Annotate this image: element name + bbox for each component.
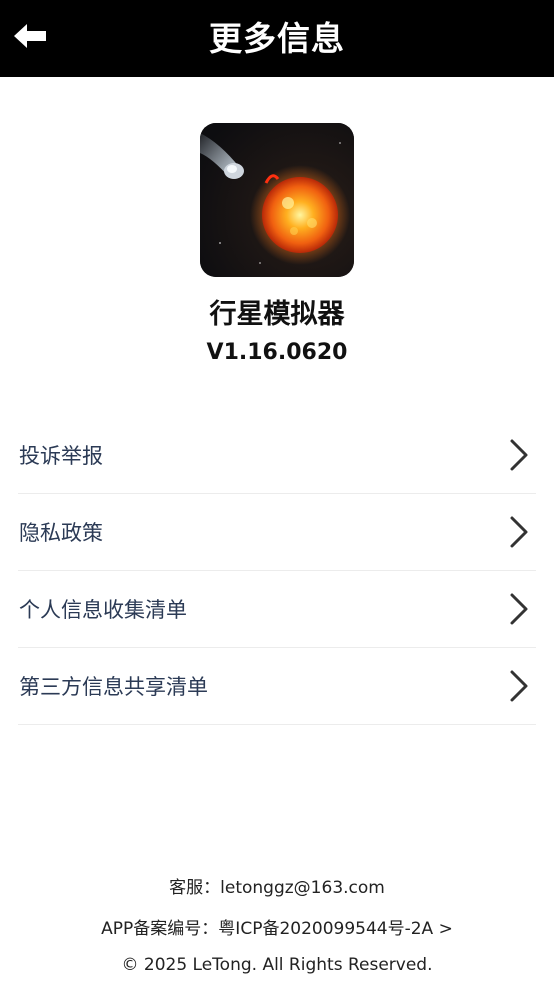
copyright-text: © 2025 LeTong. All Rights Reserved. [121, 955, 433, 975]
chevron-right-icon [510, 670, 528, 702]
icp-record-link[interactable]: APP备案编号：粤ICP备2020099544号-2A > [0, 914, 554, 939]
menu-item-privacy-policy[interactable]: 隐私政策 [18, 494, 536, 571]
menu-item-third-party-sharing[interactable]: 第三方信息共享清单 [18, 648, 536, 725]
customer-service-text: 客服：letonggz@163.com [169, 878, 385, 898]
menu-item-personal-info-list[interactable]: 个人信息收集清单 [18, 571, 536, 648]
menu-item-label: 个人信息收集清单 [19, 598, 187, 622]
menu-item-label: 第三方信息共享清单 [19, 675, 208, 699]
menu-item-complaint[interactable]: 投诉举报 [18, 417, 536, 494]
chevron-right-icon [510, 439, 528, 471]
menu-item-label: 隐私政策 [19, 521, 103, 545]
app-version: V1.16.0620 [206, 340, 348, 365]
app-icon [200, 123, 354, 277]
app-name: 行星模拟器 [209, 299, 345, 330]
chevron-right-icon [510, 593, 528, 625]
info-menu: 投诉举报 隐私政策 个人信息收集清单 第三方信息共享清单 [18, 417, 536, 725]
page-title: 更多信息 [209, 19, 345, 58]
menu-item-label: 投诉举报 [19, 444, 103, 468]
top-bar: 更多信息 [0, 0, 554, 77]
chevron-right-icon [510, 516, 528, 548]
